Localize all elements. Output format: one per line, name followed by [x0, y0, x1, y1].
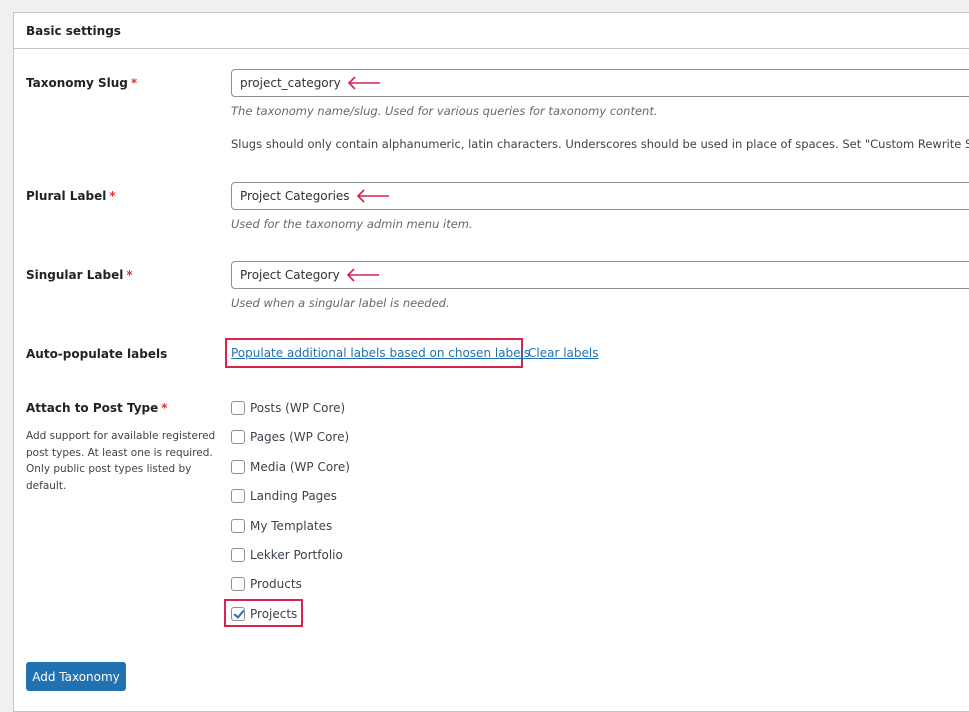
post-type-option-label: Posts (WP Core)	[250, 401, 346, 415]
checkbox[interactable]	[231, 459, 245, 474]
attach-post-type-label: Attach to Post Type *	[26, 401, 226, 415]
taxonomy-slug-input[interactable]: project_category	[231, 69, 969, 97]
annotation-highlight	[224, 599, 303, 627]
checkbox[interactable]	[231, 548, 245, 562]
taxonomy-slug-label: Taxonomy Slug *	[26, 76, 137, 90]
clear-labels-link[interactable]: Clear labels	[528, 346, 598, 360]
singular-label-description: Used when a singular label is needed.	[231, 296, 450, 310]
singular-label-text: Singular Label	[26, 268, 124, 282]
plural-label-value: Project Categories	[240, 189, 350, 203]
post-type-option-label: Products	[250, 577, 302, 592]
post-type-option[interactable]: Media (WP Core)	[231, 458, 350, 476]
annotation-arrow-icon	[346, 268, 379, 282]
required-marker: *	[126, 268, 133, 282]
checkbox[interactable]	[231, 430, 245, 445]
singular-label-input[interactable]: Project Category	[231, 261, 969, 289]
post-type-option-label: My Templates	[250, 518, 333, 533]
post-type-option-label: Landing Pages	[250, 489, 337, 504]
post-type-option[interactable]: Pages (WP Core)	[231, 428, 349, 446]
post-type-option-label: Pages (WP Core)	[250, 430, 350, 445]
plural-label-description: Used for the taxonomy admin menu item.	[231, 217, 473, 231]
basic-settings-panel: Basic settings Taxonomy Slug * project_ca…	[13, 12, 969, 712]
required-marker: *	[130, 76, 138, 90]
annotation-arrow-icon	[347, 76, 380, 90]
attach-post-type-text: Attach to Post Type	[26, 401, 159, 415]
required-marker: *	[161, 401, 168, 415]
taxonomy-slug-value: project_category	[240, 76, 341, 90]
post-type-option[interactable]: Products	[231, 575, 302, 593]
attach-post-type-description: Add support for available registered pos…	[26, 430, 216, 492]
post-type-option[interactable]: Landing Pages	[231, 487, 337, 505]
singular-label-label: Singular Label *	[26, 268, 133, 282]
required-marker: *	[109, 189, 116, 203]
taxonomy-slug-description: The taxonomy name/slug. Used for various…	[231, 104, 658, 118]
add-taxonomy-button[interactable]: Add Taxonomy	[26, 662, 126, 691]
plural-label-label: Plural Label *	[26, 189, 116, 203]
post-type-option-label: Media (WP Core)	[250, 459, 350, 474]
post-type-option-label: Lekker Portfolio	[250, 548, 343, 562]
post-type-option[interactable]: Lekker Portfolio	[231, 546, 343, 564]
taxonomy-slug-note: Slugs should only contain alphanumeric, …	[231, 137, 969, 151]
plural-label-input[interactable]: Project Categories	[231, 182, 969, 210]
populate-labels-link[interactable]: Populate additional labels based on chos…	[231, 346, 530, 360]
taxonomy-slug-label-text: Taxonomy Slug	[26, 76, 128, 90]
singular-label-value: Project Category	[240, 268, 340, 282]
checkbox[interactable]	[231, 401, 245, 415]
panel-title: Basic settings	[14, 13, 969, 49]
auto-populate-label: Auto-populate labels	[26, 347, 168, 361]
post-type-option[interactable]: My Templates	[231, 517, 332, 535]
checkbox[interactable]	[231, 577, 245, 592]
checkbox[interactable]	[231, 489, 245, 504]
post-type-option[interactable]: Posts (WP Core)	[231, 399, 345, 417]
annotation-arrow-icon	[356, 189, 389, 203]
checkbox[interactable]	[231, 518, 245, 533]
plural-label-text: Plural Label	[26, 189, 107, 203]
